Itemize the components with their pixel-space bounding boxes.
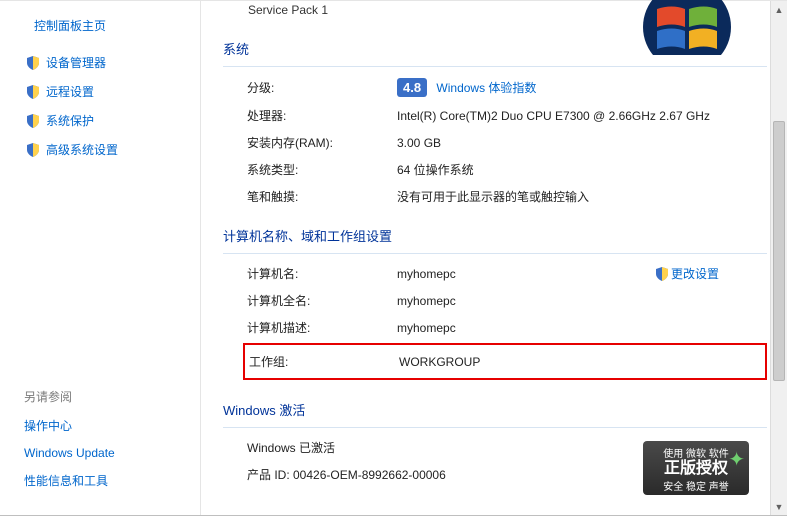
sidebar-item-label: 高级系统设置 [46,141,118,158]
sidebar-item-label: 远程设置 [46,83,94,100]
star-icon: ✦ [728,447,745,472]
pen-touch-value: 没有可用于此显示器的笔或触控输入 [397,188,767,205]
vertical-scrollbar[interactable]: ▲ ▼ [770,1,787,515]
sidebar-link-advanced-settings[interactable]: 高级系统设置 [10,135,200,164]
shield-icon [26,143,40,157]
workgroup-value: WORKGROUP [399,355,761,369]
system-type-value: 64 位操作系统 [397,161,767,178]
section-header-activation: Windows 激活 [223,384,767,428]
computer-description-value: myhomepc [397,321,767,335]
sidebar-link-system-protection[interactable]: 系统保护 [10,106,200,135]
workgroup-label: 工作组: [249,353,399,370]
main-content: Service Pack 1 系统 分级: 4.8 Windows 体验指数 处… [200,1,787,515]
windows-logo-icon [627,0,747,55]
processor-label: 处理器: [247,107,397,124]
ram-value: 3.00 GB [397,136,767,150]
sidebar: 控制面板主页 设备管理器 远程设置 系统保护 [0,1,200,515]
computer-name-label: 计算机名: [247,265,397,282]
change-settings-label: 更改设置 [671,265,719,282]
full-computer-name-value: myhomepc [397,294,767,308]
rating-badge: 4.8 [397,78,427,97]
change-settings-link[interactable]: 更改设置 [655,265,719,282]
scroll-up-button[interactable]: ▲ [771,1,787,18]
badge-line3: 安全 稳定 声誉 [647,478,745,493]
processor-value: Intel(R) Core(TM)2 Duo CPU E7300 @ 2.66G… [397,109,767,123]
shield-icon [655,267,669,281]
action-center-link[interactable]: 操作中心 [24,411,200,440]
rating-label: 分级: [247,79,397,96]
product-id: 产品 ID: 00426-OEM-8992662-00006 [247,466,446,483]
sidebar-item-label: 系统保护 [46,112,94,129]
system-type-label: 系统类型: [247,161,397,178]
experience-index-link[interactable]: Windows 体验指数 [436,81,536,95]
sidebar-link-device-manager[interactable]: 设备管理器 [10,48,200,77]
genuine-software-badge[interactable]: ✦ 使用 微软 软件 正版授权 安全 稳定 声誉 [643,441,749,495]
computer-description-label: 计算机描述: [247,319,397,336]
ram-label: 安装内存(RAM): [247,134,397,151]
workgroup-highlight-box: 工作组: WORKGROUP [243,343,767,380]
see-also-label: 另请参阅 [24,382,200,411]
scroll-down-button[interactable]: ▼ [771,498,787,515]
windows-update-link[interactable]: Windows Update [24,440,200,466]
control-panel-home-link[interactable]: 控制面板主页 [10,9,200,48]
sidebar-link-remote-settings[interactable]: 远程设置 [10,77,200,106]
shield-icon [26,85,40,99]
shield-icon [26,56,40,70]
activation-status: Windows 已激活 [247,439,335,456]
sidebar-item-label: 设备管理器 [46,54,106,71]
shield-icon [26,114,40,128]
scroll-thumb[interactable] [773,121,785,381]
full-computer-name-label: 计算机全名: [247,292,397,309]
performance-info-link[interactable]: 性能信息和工具 [24,466,200,495]
section-header-computer: 计算机名称、域和工作组设置 [223,210,767,254]
pen-touch-label: 笔和触摸: [247,188,397,205]
